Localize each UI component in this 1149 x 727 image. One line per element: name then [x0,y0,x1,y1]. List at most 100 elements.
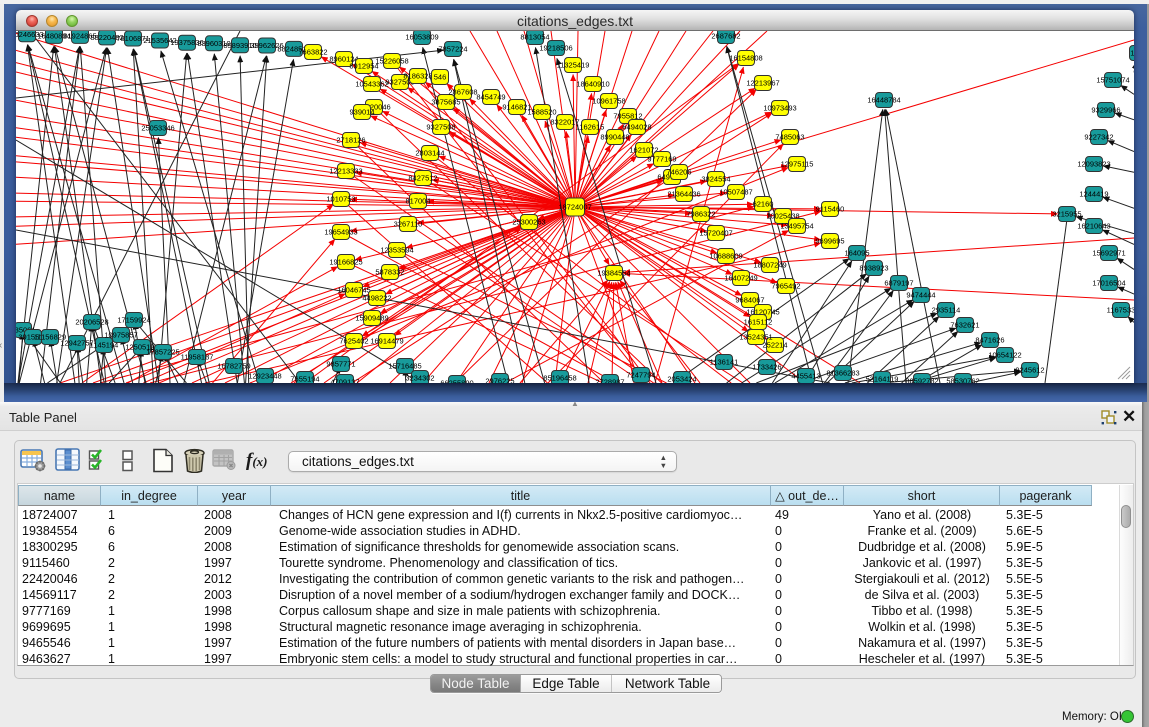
svg-text:3234302: 3234302 [405,374,434,383]
svg-text:10507487: 10507487 [719,188,752,197]
svg-text:58530762: 58530762 [946,377,979,384]
svg-text:9777169: 9777169 [647,155,676,164]
svg-text:9684067: 9684067 [735,296,764,305]
svg-text:546: 546 [434,73,447,82]
svg-text:17159924: 17159924 [117,316,150,325]
svg-text:9699695: 9699695 [815,237,844,246]
svg-text:9115460: 9115460 [816,205,845,214]
svg-text:3215955: 3215955 [1052,210,1081,219]
svg-text:2935114: 2935114 [932,306,961,315]
svg-text:12213333: 12213333 [329,167,362,176]
svg-text:62160: 62160 [753,200,774,209]
svg-text:1244419: 1244419 [1079,190,1108,199]
svg-text:9327508: 9327508 [426,123,455,132]
svg-text:7663822: 7663822 [298,48,327,57]
svg-text:8471626: 8471626 [975,336,1004,345]
svg-text:17016504: 17016504 [1092,279,1125,288]
svg-text:10961758: 10961758 [592,97,625,106]
svg-text:2687682: 2687682 [711,32,740,41]
svg-text:85196458: 85196458 [543,374,576,383]
svg-text:52164119: 52164119 [866,375,899,384]
svg-text:12975115: 12975115 [781,160,814,169]
svg-text:7632621: 7632621 [950,321,979,330]
svg-text:18807249: 18807249 [753,261,786,270]
svg-text:1733426: 1733426 [752,363,781,372]
svg-text:10654122: 10654122 [988,351,1021,360]
svg-text:1588520: 1588520 [527,108,556,117]
svg-text:4709137: 4709137 [330,378,359,384]
svg-text:8990448: 8990448 [600,133,629,142]
svg-text:9227342: 9227342 [1084,133,1113,142]
svg-text:9329966: 9329966 [1091,106,1120,115]
svg-text:8186328: 8186328 [403,72,432,81]
svg-text:3824554: 3824554 [701,175,730,184]
svg-text:16782759: 16782759 [217,362,250,371]
svg-text:4455413: 4455413 [791,372,820,381]
svg-text:7655194: 7655194 [290,375,319,384]
svg-text:16053809: 16053809 [405,33,438,42]
svg-text:88592782: 88592782 [905,377,938,384]
svg-text:4498222: 4498222 [362,294,391,303]
svg-text:15226058: 15226058 [375,57,408,66]
svg-text:7625402: 7625402 [339,337,368,346]
svg-text:252214: 252214 [762,341,787,350]
svg-text:20206528: 20206528 [75,318,108,327]
svg-text:7965492: 7965492 [771,282,800,291]
svg-text:12923448: 12923448 [248,372,281,381]
svg-text:5878332: 5878332 [375,268,404,277]
svg-text:12093823: 12093823 [1077,160,1110,169]
svg-text:11958187: 11958187 [181,353,214,362]
svg-text:13524351: 13524351 [739,333,772,342]
svg-text:10973493: 10973493 [763,104,796,113]
svg-text:16154808: 16154808 [729,54,762,63]
svg-text:15909489: 15909489 [355,314,388,323]
svg-text:2718126: 2718126 [336,136,365,145]
svg-text:12353594: 12353594 [380,246,413,255]
svg-text:10975857: 10975857 [104,331,137,340]
svg-text:15720407: 15720407 [699,229,732,238]
svg-text:1615112: 1615112 [744,318,773,327]
svg-text:7857224: 7857224 [438,45,467,54]
svg-text:1010753: 1010753 [326,195,355,204]
svg-text:9857771: 9857771 [326,360,355,369]
svg-text:19218506: 19218506 [539,44,572,53]
svg-text:817004: 817004 [405,197,430,206]
svg-text:17857225: 17857225 [146,348,179,357]
svg-text:12942757: 12942757 [60,339,93,348]
svg-text:16448784: 16448784 [867,96,900,105]
svg-text:9245612: 9245612 [1015,366,1044,375]
svg-text:25053346: 25053346 [141,124,174,133]
svg-text:25300263: 25300263 [512,218,545,227]
svg-text:2053424: 2053424 [667,375,696,384]
svg-text:6879197: 6879197 [884,279,913,288]
svg-text:12213967: 12213967 [746,79,779,88]
svg-text:1136141: 1136141 [710,358,739,367]
svg-text:2976225: 2976225 [485,377,514,384]
svg-text:10688609: 10688609 [709,252,742,261]
svg-text:8813054: 8813054 [520,33,549,42]
svg-text:16407249: 16407249 [724,274,757,283]
svg-text:1117: 1117 [1130,49,1134,58]
svg-text:6494028: 6494028 [622,123,651,132]
svg-text:21364436: 21364436 [667,190,700,199]
svg-text:7986322: 7986322 [686,210,715,219]
svg-text:10543362: 10543362 [355,80,388,89]
svg-text:2867608: 2867608 [448,88,477,97]
svg-text:7247794: 7247794 [626,371,655,380]
svg-text:19166825: 19166825 [329,258,362,267]
svg-text:19654933: 19654933 [324,228,357,237]
svg-text:8427512: 8427512 [408,174,437,183]
svg-text:3267110: 3267110 [394,220,423,229]
svg-text:15692971: 15692971 [1092,249,1125,258]
svg-text:939014: 939014 [349,108,374,117]
svg-text:18640910: 18640910 [576,80,609,89]
svg-text:9474444: 9474444 [906,291,935,300]
svg-text:7485063: 7485063 [775,133,804,142]
svg-text:18724007: 18724007 [558,203,591,212]
svg-text:8938923: 8938923 [859,264,888,273]
svg-text:11325419: 11325419 [557,61,590,70]
svg-text:8454749: 8454749 [476,93,505,102]
svg-text:2803144: 2803144 [415,149,444,158]
svg-text:81366283: 81366283 [826,369,859,378]
svg-text:16914479: 16914479 [370,337,403,346]
